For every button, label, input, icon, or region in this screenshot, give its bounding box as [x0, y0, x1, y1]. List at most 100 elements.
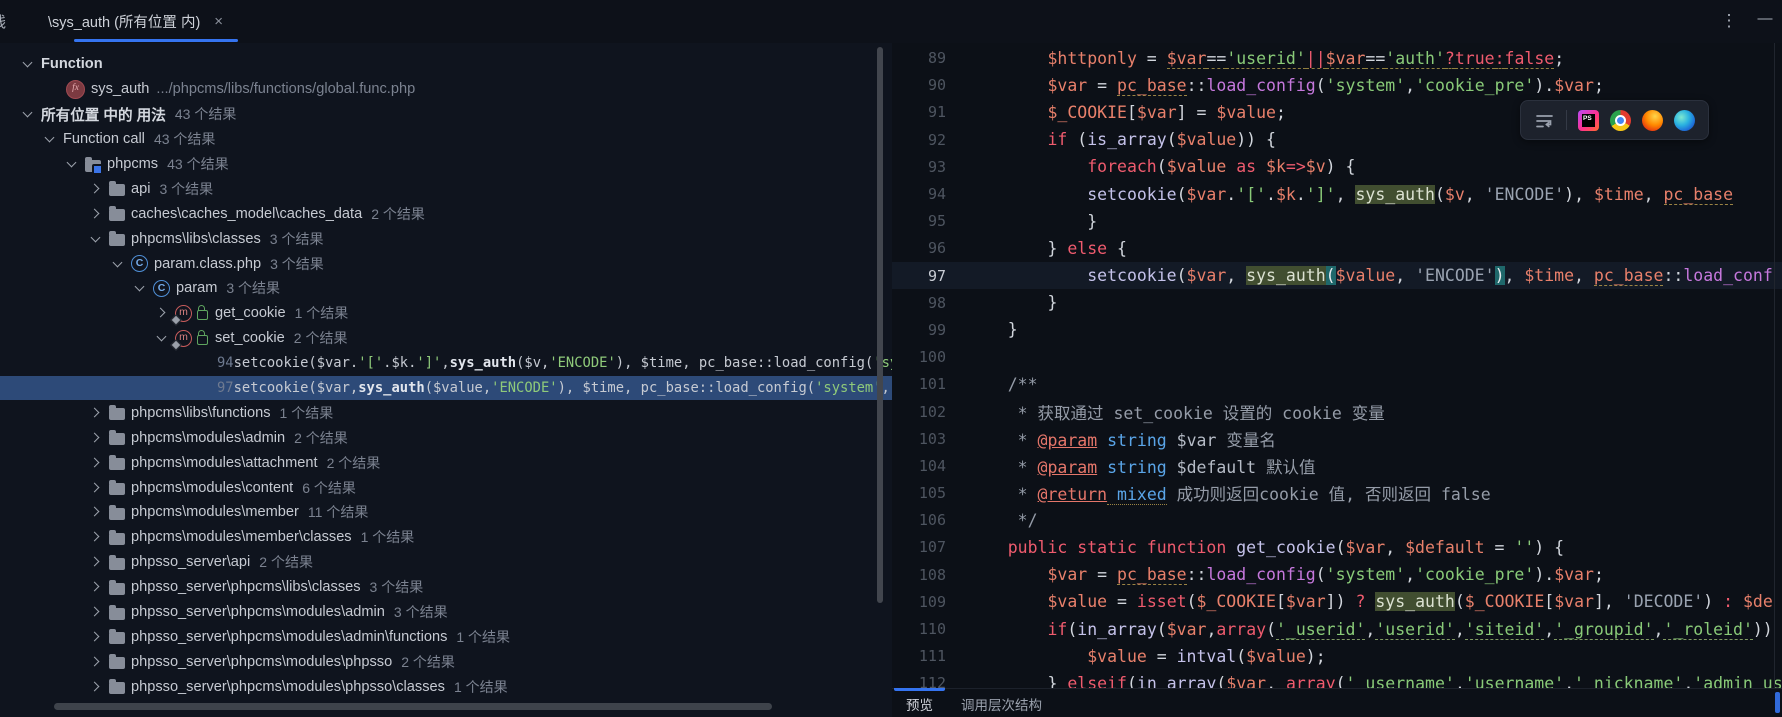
code-line[interactable]: 99} — [892, 316, 1782, 343]
chevron-right-icon[interactable] — [88, 579, 104, 595]
phpstorm-icon[interactable] — [1578, 110, 1599, 131]
edge-icon[interactable] — [1674, 110, 1695, 131]
tree-row[interactable]: Cparam3 个结果 — [0, 276, 892, 301]
code-text: setcookie($var.'['.$k.']', sys_auth($v, … — [946, 185, 1733, 204]
code-line[interactable]: 110if(in_array($var,array('_userid','use… — [892, 615, 1782, 642]
tab-find-usages[interactable]: \sys_auth (所有位置 内) × — [36, 0, 235, 42]
chevron-right-icon[interactable] — [88, 529, 104, 545]
chevron-down-icon[interactable] — [42, 131, 58, 147]
code-line[interactable]: 90$var = pc_base::load_config('system','… — [892, 72, 1782, 99]
tree-row[interactable]: phpsso_server\phpcms\modules\admin3 个结果 — [0, 600, 892, 625]
tree-row[interactable]: phpcms\modules\member\classes1 个结果 — [0, 525, 892, 550]
result-text: 94 — [217, 355, 234, 371]
code-token: ), — [1564, 185, 1594, 204]
tree-vertical-scrollbar[interactable] — [877, 47, 883, 603]
tree-row[interactable]: mset_cookie2 个结果 — [0, 326, 892, 351]
code-line[interactable]: 94setcookie($var.'['.$k.']', sys_auth($v… — [892, 180, 1782, 207]
chevron-down-icon[interactable] — [88, 231, 104, 247]
code-token: false — [1505, 49, 1555, 69]
code-token: $var — [1047, 76, 1087, 95]
code-line[interactable]: 109$value = isset($_COOKIE[$var]) ? sys_… — [892, 588, 1782, 615]
code-line[interactable]: 106 */ — [892, 507, 1782, 534]
code-line[interactable]: 101/** — [892, 371, 1782, 398]
chevron-down-icon[interactable] — [64, 156, 80, 172]
code-line[interactable]: 100 — [892, 344, 1782, 371]
tree-row[interactable]: phpsso_server\phpcms\modules\phpsso2 个结果 — [0, 649, 892, 674]
code-text: } elseif(in_array($var, array('_username… — [946, 674, 1782, 688]
code-line[interactable]: 95} — [892, 208, 1782, 235]
usage-result-row[interactable]: 97 setcookie($var, sys_auth($value, 'ENC… — [0, 376, 892, 401]
close-icon[interactable]: × — [214, 13, 223, 30]
chevron-right-icon[interactable] — [88, 554, 104, 570]
tree-row[interactable]: 所有位置 中的 用法43 个结果 — [0, 102, 892, 127]
chevron-down-icon[interactable] — [20, 106, 36, 122]
tree-row[interactable]: phpsso_server\phpcms\modules\phpsso\clas… — [0, 674, 892, 699]
tree-row[interactable]: phpcms\libs\classes3 个结果 — [0, 226, 892, 251]
soft-wrap-icon[interactable] — [1534, 110, 1555, 131]
chevron-right-icon[interactable] — [88, 430, 104, 446]
chevron-right-icon[interactable] — [88, 480, 104, 496]
tree-horizontal-scrollbar[interactable] — [54, 703, 772, 710]
minimize-icon[interactable]: — — [1752, 6, 1778, 32]
file-path: .../phpcms/libs/functions/global.func.ph… — [156, 81, 415, 97]
chevron-right-icon[interactable] — [88, 654, 104, 670]
code-line[interactable]: 104 * @param string $default 默认值 — [892, 452, 1782, 479]
code-line[interactable]: 97setcookie($var, sys_auth($value, 'ENCO… — [892, 262, 1782, 289]
view-tab-preview[interactable]: 预览 — [892, 689, 947, 717]
chevron-right-icon[interactable] — [88, 629, 104, 645]
tree-row[interactable]: phpcms\modules\attachment2 个结果 — [0, 450, 892, 475]
chevron-down-icon[interactable] — [20, 56, 36, 72]
tree-row[interactable]: api3 个结果 — [0, 176, 892, 201]
chevron-right-icon[interactable] — [88, 504, 104, 520]
result-text: setcookie($var, — [234, 380, 359, 396]
chevron-down-icon[interactable] — [154, 330, 170, 346]
line-number: 92 — [892, 131, 946, 149]
tree-row[interactable]: phpcms\modules\admin2 个结果 — [0, 425, 892, 450]
tree-row[interactable]: mget_cookie1 个结果 — [0, 301, 892, 326]
code-line[interactable]: 108$var = pc_base::load_config('system',… — [892, 561, 1782, 588]
code-token: array — [1216, 620, 1266, 639]
tree-row[interactable]: phpsso_server\phpcms\libs\classes3 个结果 — [0, 575, 892, 600]
usage-result-row[interactable]: 94 setcookie($var.'['.$k.']', sys_auth($… — [0, 351, 892, 376]
code-line[interactable]: 107public static function get_cookie($va… — [892, 534, 1782, 561]
editor-scrollbar-thumb[interactable] — [1775, 692, 1780, 713]
code-line[interactable]: 98} — [892, 289, 1782, 316]
chrome-icon[interactable] — [1610, 110, 1631, 131]
tree-row[interactable]: phpcms\modules\member11 个结果 — [0, 500, 892, 525]
code-line[interactable]: 96} else { — [892, 235, 1782, 262]
chevron-right-icon[interactable] — [88, 604, 104, 620]
tree-row[interactable]: fxsys_auth.../phpcms/libs/functions/glob… — [0, 77, 892, 102]
tree-row[interactable]: Function — [0, 52, 892, 77]
code-line[interactable]: 103 * @param string $var 变量名 — [892, 425, 1782, 452]
code-line[interactable]: 93foreach($value as $k=>$v) { — [892, 153, 1782, 180]
code-line[interactable]: 105 * @return mixed 成功则返回cookie 值, 否则返回 … — [892, 480, 1782, 507]
tree-row[interactable]: phpcms\libs\functions1 个结果 — [0, 400, 892, 425]
code-token: 'admin_username' — [1693, 674, 1782, 688]
chevron-down-icon[interactable] — [110, 256, 126, 272]
tree-row-label: phpcms\modules\attachment — [131, 455, 318, 471]
tree-row[interactable]: Function call43 个结果 — [0, 127, 892, 152]
chevron-right-icon[interactable] — [88, 405, 104, 421]
chevron-right-icon[interactable] — [88, 181, 104, 197]
firefox-icon[interactable] — [1642, 110, 1663, 131]
tree-row[interactable]: phpcms43 个结果 — [0, 152, 892, 177]
tree-row[interactable]: phpsso_server\api2 个结果 — [0, 550, 892, 575]
tree-row[interactable]: Cparam.class.php3 个结果 — [0, 251, 892, 276]
code-line[interactable]: 102 * 获取通过 set_cookie 设置的 cookie 变量 — [892, 398, 1782, 425]
editor-scrollbar-track[interactable] — [1774, 43, 1775, 688]
chevron-right-icon[interactable] — [154, 305, 170, 321]
code-line[interactable]: 111$value = intval($value); — [892, 643, 1782, 670]
tree-row[interactable]: caches\caches_model\caches_data2 个结果 — [0, 201, 892, 226]
chevron-down-icon[interactable] — [132, 280, 148, 296]
chevron-right-icon[interactable] — [88, 455, 104, 471]
code-token: 'ENCODE' — [1485, 185, 1564, 204]
tree-row[interactable]: phpsso_server\phpcms\modules\admin\funct… — [0, 624, 892, 649]
chevron-right-icon[interactable] — [88, 206, 104, 222]
tree-row[interactable]: phpcms\modules\content6 个结果 — [0, 475, 892, 500]
view-tab-call-hierarchy[interactable]: 调用层次结构 — [947, 689, 1056, 717]
code-token: ; — [1276, 103, 1286, 122]
more-menu-icon[interactable]: ⋮ — [1716, 8, 1742, 34]
code-line[interactable]: 89$httponly = $var=='userid'||$var=='aut… — [892, 45, 1782, 72]
chevron-right-icon[interactable] — [88, 679, 104, 695]
code-line[interactable]: 112} elseif(in_array($var, array('_usern… — [892, 670, 1782, 688]
